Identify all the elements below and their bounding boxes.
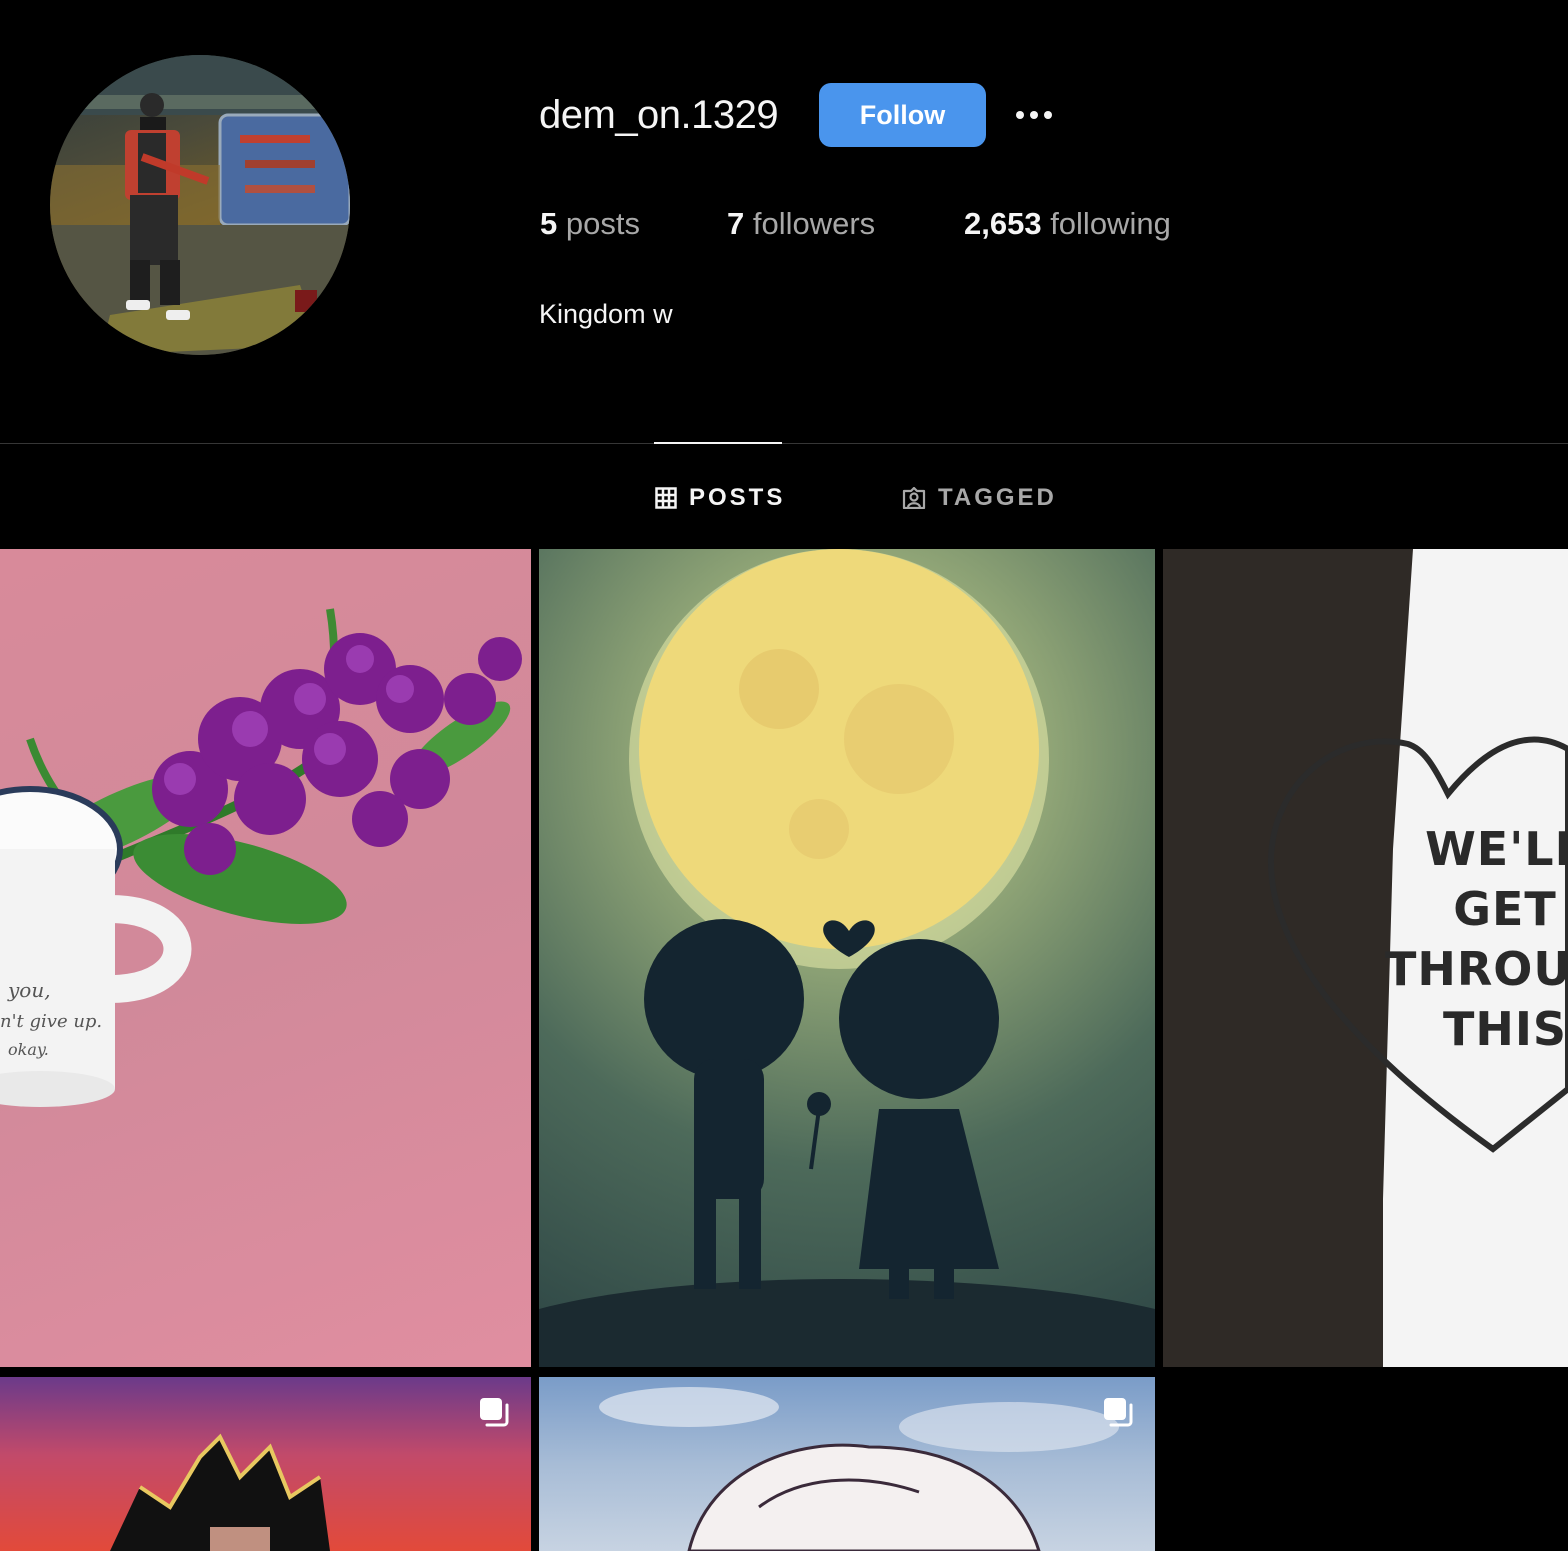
post-5-anime-white-hair[interactable] — [539, 1377, 1155, 1551]
post-4-anime-spiky[interactable] — [0, 1377, 531, 1551]
post-3-heart-text: WE'LL GET THROUGH THIS — [1385, 819, 1568, 1059]
svg-text:n't give up.: n't give up. — [0, 1011, 102, 1032]
bio: Kingdom w — [539, 299, 673, 329]
posts-count-stat: 5 posts — [540, 205, 640, 243]
following-link[interactable]: 2,653 following — [964, 205, 1171, 243]
post-2-moon-couple[interactable] — [539, 549, 1155, 1367]
followers-count: 7 — [727, 206, 745, 241]
dot — [1044, 111, 1052, 119]
multiple-photos-icon — [480, 1398, 509, 1427]
followers-label: followers — [744, 206, 876, 241]
following-count: 2,653 — [964, 206, 1042, 241]
username: dem_on.1329 — [539, 93, 779, 137]
post-1-image: you, n't give up. okay. — [0, 608, 522, 1107]
post-2-image — [539, 549, 1155, 1367]
post-1-flowers-mug[interactable]: you, n't give up. okay. — [0, 549, 531, 1367]
tagged-user-icon — [902, 487, 926, 509]
post-5-image — [599, 1387, 1119, 1551]
follow-button[interactable]: Follow — [819, 83, 986, 147]
heart-line-4: THIS — [1442, 1002, 1568, 1056]
tab-tagged[interactable]: TAGGED — [902, 478, 1057, 518]
avatar-image — [50, 55, 350, 355]
multiple-photos-icon — [1104, 1398, 1133, 1427]
posts-label: posts — [557, 206, 640, 241]
grid-icon — [655, 487, 677, 509]
posts-count: 5 — [540, 206, 558, 241]
tab-posts-label: POSTS — [689, 484, 786, 511]
post-4-image — [110, 1433, 330, 1551]
heart-line-1: WE'LL — [1425, 822, 1568, 876]
tabs-divider — [0, 443, 1568, 444]
followers-link[interactable]: 7 followers — [727, 205, 875, 243]
dot — [1016, 111, 1024, 119]
following-label: following — [1041, 206, 1171, 241]
svg-text:okay.: okay. — [8, 1040, 49, 1059]
avatar[interactable] — [50, 55, 350, 355]
svg-text:you,: you, — [7, 978, 51, 1002]
active-tab-indicator — [654, 442, 782, 444]
tab-tagged-label: TAGGED — [938, 484, 1057, 511]
heart-line-3: THROUGH — [1385, 942, 1568, 996]
post-3-heart-wall[interactable]: WE'LL GET THROUGH THIS — [1163, 549, 1568, 1367]
more-options-icon[interactable] — [1008, 95, 1060, 135]
tab-posts[interactable]: POSTS — [655, 478, 785, 518]
heart-line-2: GET — [1453, 882, 1557, 936]
dot — [1030, 111, 1038, 119]
